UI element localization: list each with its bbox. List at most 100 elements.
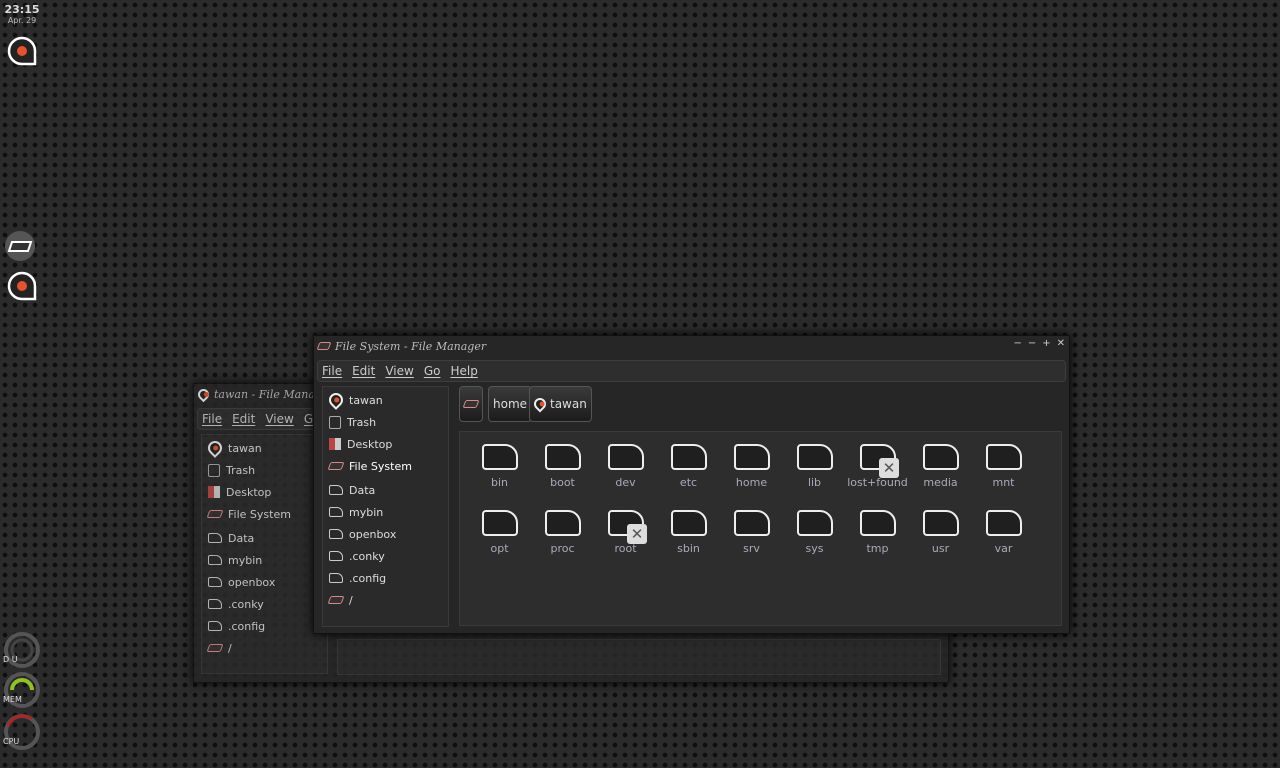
sidebar-item-label: mybin — [349, 505, 384, 519]
sidebar-item-conky[interactable]: .conky — [202, 593, 327, 615]
sidebar-item-mybin[interactable]: mybin — [202, 549, 327, 571]
folder-item[interactable]: mnt — [972, 444, 1035, 510]
path-button-tawan[interactable]: tawan — [529, 386, 592, 422]
folder-item[interactable]: lib — [783, 444, 846, 510]
sidebar-item-openbox[interactable]: openbox — [202, 571, 327, 593]
menu-view[interactable]: View — [385, 364, 413, 378]
sidebar-item-conky[interactable]: .conky — [323, 545, 448, 567]
drive-icon — [462, 400, 480, 408]
folder-icon — [481, 444, 518, 470]
folder-icon — [208, 555, 222, 565]
folder-icon — [607, 444, 644, 470]
sidebar-item-label: Trash — [347, 415, 377, 429]
logo-icon — [326, 390, 346, 410]
folder-item[interactable]: etc — [657, 444, 720, 510]
drive-icon — [206, 510, 224, 518]
sidebar-item-mybin[interactable]: mybin — [323, 501, 448, 523]
folder-label: lib — [807, 476, 822, 489]
launcher-drive-icon[interactable] — [5, 231, 35, 261]
folder-item[interactable]: boot — [531, 444, 594, 510]
folder-icon — [733, 444, 770, 470]
sidebar-item-desktop[interactable]: Desktop — [202, 481, 327, 503]
folder-icon — [733, 510, 770, 536]
folder-icon — [481, 510, 518, 536]
folder-item[interactable]: proc — [531, 510, 594, 576]
cpu-gauge: CPU — [2, 712, 42, 752]
folder-icon — [208, 577, 222, 587]
sidebar-item-label: Trash — [226, 463, 256, 477]
folder-label: sbin — [677, 542, 700, 555]
sidebar-item-label: File System — [228, 507, 291, 521]
sidebar-item-label: Data — [349, 483, 376, 497]
sidebar-item-filesystem[interactable]: File System — [202, 503, 327, 525]
folder-item[interactable]: sbin — [657, 510, 720, 576]
folder-item[interactable]: opt — [468, 510, 531, 576]
folder-item[interactable]: home — [720, 444, 783, 510]
file-grid: bin boot dev etc home lib ✕ lost+found media mnt o… — [459, 431, 1062, 626]
sidebar-item-tawan[interactable]: tawan — [323, 389, 448, 411]
sidebar-item-filesystem[interactable]: File System — [323, 455, 448, 477]
locked-emblem-icon: ✕ — [879, 458, 899, 478]
menu-edit[interactable]: Edit — [232, 412, 255, 426]
trash-icon — [208, 463, 220, 477]
folder-icon — [208, 599, 222, 609]
sidebar-item-label: Desktop — [226, 485, 272, 499]
sidebar-item-label: Desktop — [347, 437, 393, 451]
folder-icon — [329, 485, 343, 495]
menu-file[interactable]: File — [202, 412, 222, 426]
folder-item[interactable]: ✕ root — [594, 510, 657, 576]
folder-icon — [922, 510, 959, 536]
path-button-home[interactable]: home — [488, 386, 533, 422]
sidebar-item-trash[interactable]: Trash — [323, 411, 448, 433]
file-manager-window[interactable]: File System - File Manager − − + ✕ File Edi… — [313, 335, 1070, 634]
folder-item[interactable]: usr — [909, 510, 972, 576]
folder-item[interactable]: sys — [783, 510, 846, 576]
sidebar-item-[interactable]: / — [202, 637, 327, 659]
close-button[interactable]: ✕ — [1057, 338, 1065, 349]
sidebar-item-config[interactable]: .config — [202, 615, 327, 637]
folder-icon — [544, 510, 581, 536]
folder-item[interactable]: srv — [720, 510, 783, 576]
sidebar-item-label: Data — [228, 531, 255, 545]
du-gauge: D U — [2, 630, 42, 670]
sidebar-item-label: .conky — [228, 597, 264, 611]
maximize-button[interactable]: + — [1042, 338, 1050, 349]
sidebar-item-desktop[interactable]: Desktop — [323, 433, 448, 455]
logo-icon — [205, 438, 225, 458]
menu-edit[interactable]: Edit — [352, 364, 375, 378]
sidebar-item-label: mybin — [228, 553, 263, 567]
sidebar-item-config[interactable]: .config — [323, 567, 448, 589]
folder-label: proc — [550, 542, 575, 555]
sidebar-item-data[interactable]: Data — [323, 479, 448, 501]
menu-view[interactable]: View — [265, 412, 293, 426]
launcher-home2-icon[interactable] — [7, 271, 37, 301]
sidebar-item-label: openbox — [228, 575, 276, 589]
sidebar-item-openbox[interactable]: openbox — [323, 523, 448, 545]
shade-button[interactable]: − — [1028, 338, 1036, 349]
folder-icon — [859, 510, 896, 536]
folder-label: sys — [805, 542, 824, 555]
folder-label: srv — [743, 542, 760, 555]
minimize-button[interactable]: − — [1013, 338, 1021, 349]
launcher-home-icon[interactable] — [7, 36, 37, 66]
menu-go[interactable]: Go — [424, 364, 441, 378]
folder-item[interactable]: tmp — [846, 510, 909, 576]
sidebar-item-data[interactable]: Data — [202, 527, 327, 549]
path-button-root[interactable] — [459, 386, 483, 422]
window-title: tawan - File Manager — [214, 387, 314, 401]
folder-item[interactable]: var — [972, 510, 1035, 576]
folder-label: bin — [490, 476, 508, 489]
folder-item[interactable]: bin — [468, 444, 531, 510]
drive-icon — [327, 596, 345, 604]
sidebar-item-tawan[interactable]: tawan — [202, 437, 327, 459]
sidebar-item-[interactable]: / — [323, 589, 448, 611]
trash-icon — [329, 415, 341, 429]
sidebar-item-trash[interactable]: Trash — [202, 459, 327, 481]
folder-item[interactable]: dev — [594, 444, 657, 510]
clock: 23:15 Apr. 29 — [4, 3, 40, 25]
folder-icon — [329, 529, 343, 539]
menu-file[interactable]: File — [322, 364, 342, 378]
menu-help[interactable]: Help — [450, 364, 477, 378]
folder-item[interactable]: media — [909, 444, 972, 510]
folder-item[interactable]: ✕ lost+found — [846, 444, 909, 510]
